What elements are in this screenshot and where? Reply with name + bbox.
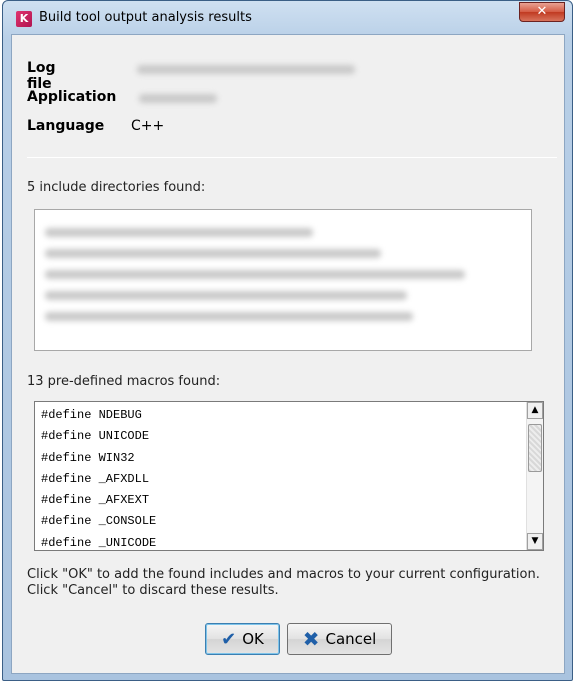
application-value-redacted [139,94,217,103]
macro-items: #define NDEBUG #define UNICODE #define W… [41,405,156,550]
application-label: Application [27,89,117,105]
log-file-value-redacted [137,65,355,74]
include-item-redacted [45,312,413,321]
app-logo-icon: K [16,11,32,27]
macro-item[interactable]: #define NDEBUG [41,405,156,426]
close-button[interactable]: ✕ [519,2,565,22]
macro-item[interactable]: #define _CONSOLE [41,511,156,532]
ok-button[interactable]: ✔ OK [205,623,280,655]
scroll-down-arrow-icon[interactable]: ▼ [527,533,543,550]
dialog-window: K Build tool output analysis results ✕ L… [2,0,573,681]
macros-list[interactable]: #define NDEBUG #define UNICODE #define W… [34,401,544,551]
title-bar[interactable]: K Build tool output analysis results ✕ [3,1,572,35]
instructions-line-ok: Click "OK" to add the found includes and… [27,567,540,582]
include-directories-list[interactable] [34,209,532,351]
separator [27,157,557,158]
include-item-redacted [45,249,381,258]
instructions-text: Click "OK" to add the found includes and… [27,567,540,599]
macro-item[interactable]: #define _UNICODE [41,533,156,550]
macro-item[interactable]: #define _AFXEXT [41,490,156,511]
include-item-redacted [45,291,407,300]
dialog-content: Log file Application Language C++ 5 incl… [11,34,565,674]
cancel-x-icon: ✖ [302,627,320,651]
checkmark-icon: ✔ [221,628,237,650]
include-item-redacted [45,270,465,279]
macros-header: 13 pre-defined macros found: [27,374,221,389]
language-label: Language [27,118,105,134]
scroll-up-arrow-icon[interactable]: ▲ [527,402,543,419]
scroll-thumb[interactable] [528,424,542,472]
log-file-label: Log file [27,60,56,92]
macro-item[interactable]: #define WIN32 [41,448,156,469]
cancel-button-label: Cancel [325,630,377,648]
macro-item[interactable]: #define _AFXDLL [41,469,156,490]
includes-header: 5 include directories found: [27,180,206,195]
include-item-redacted [45,228,313,237]
ok-button-label: OK [242,630,264,648]
instructions-line-cancel: Click "Cancel" to discard these results. [27,583,279,598]
window-title: Build tool output analysis results [39,10,252,25]
cancel-button[interactable]: ✖ Cancel [287,623,392,655]
macros-scrollbar[interactable]: ▲ ▼ [526,402,543,550]
language-value: C++ [131,118,165,134]
macro-item[interactable]: #define UNICODE [41,426,156,447]
